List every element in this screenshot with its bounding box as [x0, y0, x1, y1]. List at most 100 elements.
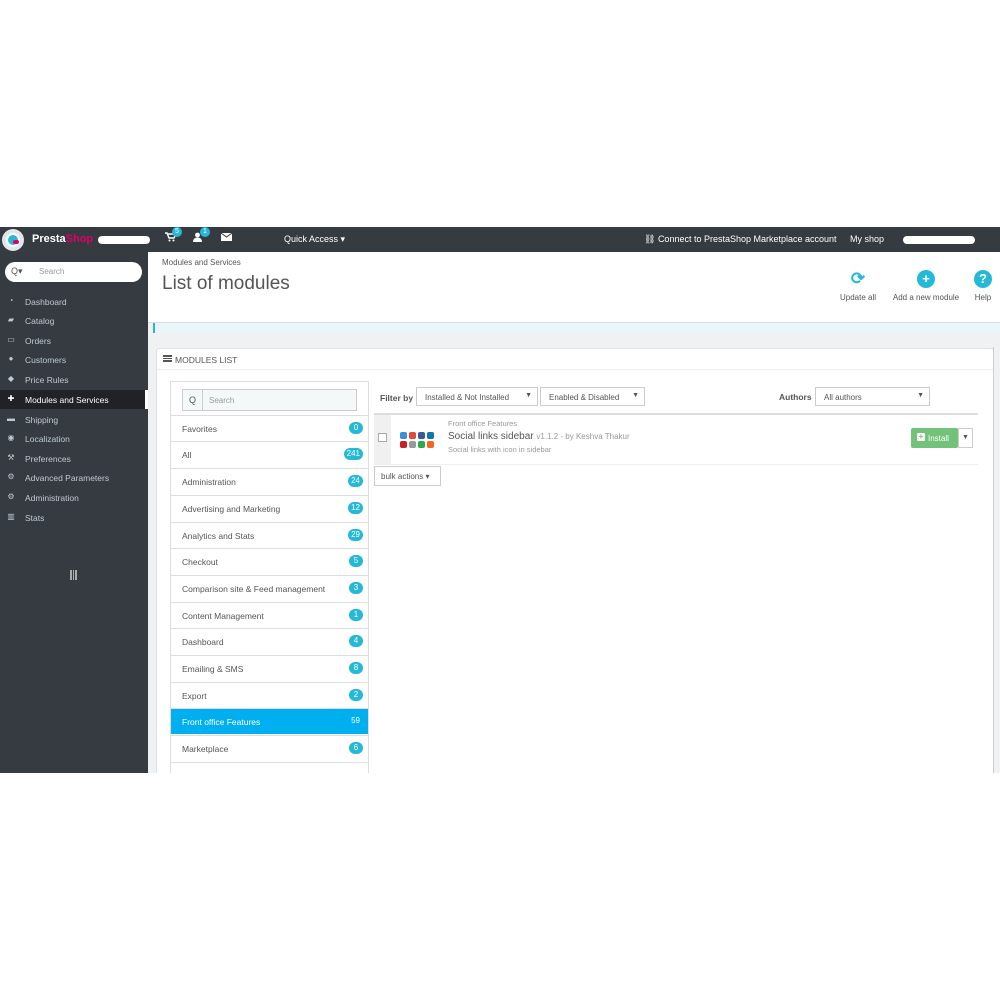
- sidebar-item-label: Customers: [25, 355, 67, 365]
- install-button[interactable]: + Install: [911, 428, 958, 448]
- sidebar-item-modules[interactable]: ✚ Modules and Services: [0, 390, 148, 409]
- enabled-state-select[interactable]: Enabled & Disabled ▼: [540, 387, 645, 406]
- sidebar-item-label: Shipping: [25, 415, 59, 425]
- category-item-content-management[interactable]: Content Management 1: [171, 602, 368, 628]
- category-search[interactable]: Q Search: [182, 389, 357, 411]
- module-description: Social links with icon in sidebar: [448, 445, 552, 454]
- update-all-label: Update all: [839, 293, 877, 302]
- enabled-state-value: Enabled & Disabled: [549, 393, 620, 402]
- category-item-comparison[interactable]: Comparison site & Feed management 3: [171, 575, 368, 601]
- category-item-checkout[interactable]: Checkout 5: [171, 548, 368, 574]
- caret-down-icon: ▼: [917, 392, 924, 399]
- category-item-favorites[interactable]: Favorites 0: [171, 415, 368, 441]
- module-name-line: Social links sidebar v1.1.2 - by Keshva …: [448, 431, 630, 442]
- sidebar-item-advanced-parameters[interactable]: ⚙ Advanced Parameters: [0, 468, 148, 487]
- category-count-badge: 29: [348, 529, 363, 541]
- sidebar-item-localization[interactable]: ◉ Localization: [0, 429, 148, 448]
- breadcrumb[interactable]: Modules and Services: [162, 258, 241, 267]
- module-category: Front office Features: [448, 419, 518, 428]
- category-label: Favorites: [182, 424, 217, 434]
- wrench-icon: ⚒: [7, 453, 15, 462]
- users-icon: ●: [8, 354, 14, 363]
- sidebar-item-customers[interactable]: ● Customers: [0, 350, 148, 369]
- sidebar-item-label: Catalog: [25, 316, 55, 326]
- refresh-icon: ⟳: [850, 269, 866, 288]
- marketplace-connect-link[interactable]: ⛓ Connect to PrestaShop Marketplace acco…: [644, 234, 837, 245]
- category-item-administration[interactable]: Administration 24: [171, 468, 368, 494]
- category-item-marketplace[interactable]: Marketplace 6: [171, 735, 368, 761]
- sidebar-item-shipping[interactable]: ▬ Shipping: [0, 410, 148, 429]
- category-item-next[interactable]: [171, 762, 368, 773]
- install-label: Install: [928, 434, 949, 443]
- add-module-label: Add a new module: [892, 293, 960, 302]
- social-links-module-icon: [400, 432, 436, 448]
- cart-badge: 5: [172, 227, 182, 237]
- brand-main: Presta: [32, 233, 66, 245]
- category-label: Marketplace: [182, 744, 229, 754]
- book-icon: ▰: [7, 315, 15, 324]
- sidebar: Q▾ Search ◔ Dashboard ▰ Catalog ▭ Orders…: [0, 252, 148, 773]
- category-item-analytics[interactable]: Analytics and Stats 29: [171, 522, 368, 548]
- customer-badge: 1: [200, 227, 210, 237]
- bar-chart-icon: ▥: [7, 512, 15, 521]
- caret-down-icon: ▼: [632, 392, 639, 399]
- truck-icon: ▬: [7, 414, 15, 423]
- sidebar-item-administration[interactable]: ⚙ Administration: [0, 488, 148, 507]
- module-version-author: v1.1.2 - by Keshva Thakur: [536, 432, 630, 441]
- category-count-badge: 4: [349, 635, 363, 647]
- brand-name: PrestaShop: [32, 233, 93, 245]
- authors-label: Authors: [779, 392, 812, 402]
- sidebar-item-label: Price Rules: [25, 375, 69, 385]
- sidebar-item-dashboard[interactable]: ◔ Dashboard: [0, 292, 148, 311]
- update-all-button[interactable]: ⟳ Update all: [836, 269, 880, 303]
- install-dropdown-toggle[interactable]: ▼: [958, 428, 973, 448]
- cart-icon[interactable]: 5: [165, 227, 182, 245]
- brand-accent: Shop: [65, 233, 94, 245]
- panel-heading: MODULES LIST: [157, 349, 993, 370]
- category-item-emailing[interactable]: Emailing & SMS 8: [171, 655, 368, 681]
- panel-title: MODULES LIST: [175, 355, 238, 365]
- category-item-dashboard[interactable]: Dashboard 4: [171, 628, 368, 654]
- envelope-icon[interactable]: [220, 232, 233, 244]
- plus-square-icon: +: [917, 432, 925, 441]
- collapse-sidebar-icon[interactable]: [70, 570, 77, 580]
- sidebar-item-stats[interactable]: ▥ Stats: [0, 508, 148, 527]
- redacted-employee-name: [903, 236, 975, 244]
- scrollbar[interactable]: [993, 347, 994, 773]
- module-name: Social links sidebar: [448, 431, 534, 442]
- category-item-export[interactable]: Export 2: [171, 682, 368, 708]
- category-item-all[interactable]: All 241: [171, 441, 368, 467]
- category-label: Comparison site & Feed management: [182, 584, 326, 594]
- dashboard-icon: ◔: [8, 296, 14, 305]
- sidebar-item-label: Localization: [25, 434, 70, 444]
- category-search-placeholder: Search: [209, 396, 235, 405]
- search-icon[interactable]: Q▾: [11, 266, 23, 277]
- add-module-button[interactable]: + Add a new module: [886, 270, 966, 302]
- category-count-badge: 24: [348, 475, 363, 487]
- sidebar-item-catalog[interactable]: ▰ Catalog: [0, 311, 148, 330]
- filter-by-label: Filter by: [380, 393, 414, 403]
- help-button[interactable]: ? Help: [970, 270, 996, 302]
- tag-icon: ◆: [7, 374, 15, 383]
- sidebar-item-orders[interactable]: ▭ Orders: [0, 331, 148, 350]
- my-shop-link[interactable]: My shop: [850, 234, 884, 244]
- category-item-front-office[interactable]: Front office Features 59: [171, 708, 368, 734]
- sidebar-item-price-rules[interactable]: ◆ Price Rules: [0, 370, 148, 389]
- prestashop-logo[interactable]: [2, 229, 24, 251]
- category-label: Front office Features: [182, 717, 261, 727]
- install-state-select[interactable]: Installed & Not Installed ▼: [416, 387, 538, 406]
- sidebar-search[interactable]: Q▾ Search: [5, 262, 142, 282]
- category-count-badge: 6: [349, 742, 363, 754]
- category-count-badge: 3: [349, 582, 363, 594]
- sidebar-item-preferences[interactable]: ⚒ Preferences: [0, 449, 148, 468]
- sidebar-item-label: Advanced Parameters: [25, 473, 110, 483]
- category-count-badge: 2: [349, 689, 363, 701]
- customer-icon[interactable]: 1: [193, 227, 210, 245]
- bulk-actions-button[interactable]: bulk actions ▾: [374, 466, 441, 486]
- category-label: Export: [182, 691, 207, 701]
- page-header: Modules and Services List of modules ⟳ U…: [148, 252, 1000, 323]
- module-checkbox[interactable]: [378, 433, 387, 442]
- quick-access-menu[interactable]: Quick Access ▾: [284, 234, 345, 245]
- category-item-advertising[interactable]: Advertising and Marketing 12: [171, 495, 368, 521]
- authors-select[interactable]: All authors ▼: [815, 387, 930, 406]
